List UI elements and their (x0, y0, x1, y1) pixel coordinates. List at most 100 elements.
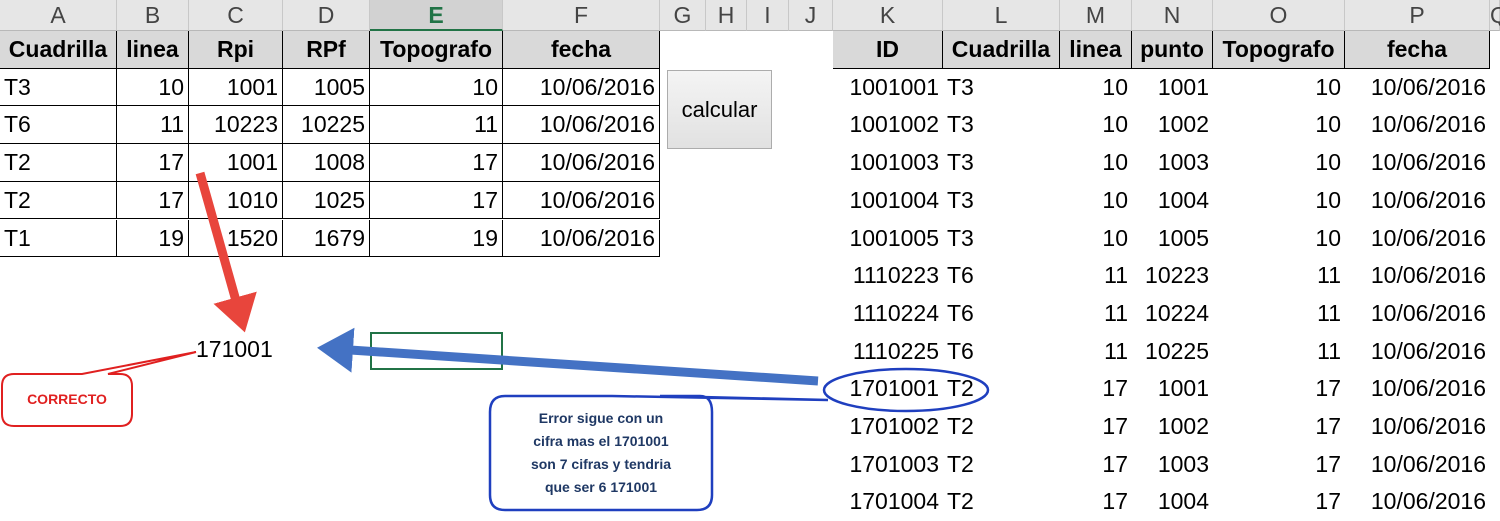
table-cell[interactable]: 11 (1213, 295, 1345, 333)
table-cell[interactable]: T2 (943, 408, 1060, 446)
column-header[interactable]: B (117, 0, 189, 31)
table-cell[interactable]: 1025 (283, 181, 370, 220)
table-cell[interactable]: 19 (117, 219, 189, 258)
table-cell[interactable]: 17 (1213, 483, 1345, 521)
table-cell[interactable]: 17 (370, 181, 503, 220)
table-cell[interactable]: 10 (1213, 220, 1345, 258)
table-cell[interactable]: T2 (0, 144, 117, 182)
column-header[interactable]: Q (1490, 0, 1500, 31)
table-cell[interactable]: T6 (943, 333, 1060, 371)
table-cell[interactable]: T6 (0, 106, 117, 145)
column-header[interactable]: J (789, 0, 833, 31)
header-cell[interactable]: ID (833, 31, 943, 69)
table-cell[interactable]: T3 (943, 182, 1060, 220)
header-cell[interactable]: RPf (283, 31, 370, 69)
table-cell[interactable]: 10/06/2016 (1345, 220, 1490, 258)
table-cell[interactable]: 1010 (189, 181, 283, 220)
table-cell[interactable]: T2 (943, 483, 1060, 521)
header-cell[interactable]: Cuadrilla (0, 31, 117, 69)
column-header[interactable]: L (943, 0, 1060, 31)
header-cell[interactable]: linea (1060, 31, 1132, 69)
column-header[interactable]: E (370, 0, 503, 31)
table-cell[interactable]: 1008 (283, 144, 370, 182)
table-cell[interactable]: 10/06/2016 (1345, 182, 1490, 220)
table-cell[interactable]: 11 (1213, 257, 1345, 295)
table-cell[interactable]: 11 (1060, 257, 1132, 295)
table-cell[interactable]: 1005 (1132, 220, 1213, 258)
table-cell[interactable]: 10 (1213, 182, 1345, 220)
table-cell[interactable]: 1110224 (833, 295, 943, 333)
table-cell[interactable]: 1001 (189, 68, 283, 107)
table-cell[interactable]: T3 (943, 69, 1060, 107)
table-cell[interactable]: 10/06/2016 (503, 68, 660, 107)
table-cell[interactable]: 10225 (283, 106, 370, 145)
header-cell[interactable]: Rpi (189, 31, 283, 69)
table-cell[interactable]: 10 (1060, 144, 1132, 182)
table-cell[interactable]: 1005 (283, 68, 370, 107)
table-cell[interactable]: 10 (1213, 106, 1345, 144)
table-cell[interactable]: 1001003 (833, 144, 943, 182)
table-cell[interactable]: 11 (370, 106, 503, 145)
column-header[interactable]: I (747, 0, 789, 31)
table-cell[interactable]: 17 (1060, 408, 1132, 446)
table-cell[interactable]: 1002 (1132, 106, 1213, 144)
table-cell[interactable]: 11 (117, 106, 189, 145)
table-cell[interactable]: T2 (943, 370, 1060, 408)
table-cell[interactable]: 10/06/2016 (1345, 106, 1490, 144)
table-cell[interactable]: 10224 (1132, 295, 1213, 333)
table-cell[interactable]: 10/06/2016 (1345, 483, 1490, 521)
table-cell[interactable]: 10/06/2016 (1345, 69, 1490, 107)
calcular-button[interactable]: calcular (667, 70, 772, 149)
table-cell[interactable]: 10223 (1132, 257, 1213, 295)
table-cell[interactable]: 1701004 (833, 483, 943, 521)
table-cell[interactable]: T2 (0, 181, 117, 220)
table-cell[interactable]: 17 (1213, 446, 1345, 484)
table-cell[interactable]: 1002 (1132, 408, 1213, 446)
column-header[interactable]: M (1060, 0, 1132, 31)
table-cell[interactable]: 10/06/2016 (503, 144, 660, 182)
column-header[interactable]: C (189, 0, 283, 31)
table-cell[interactable]: 10 (1060, 220, 1132, 258)
table-cell[interactable]: 10/06/2016 (503, 181, 660, 220)
table-cell[interactable]: 1110225 (833, 333, 943, 371)
table-cell[interactable]: 1004 (1132, 483, 1213, 521)
table-cell[interactable]: 19 (370, 219, 503, 258)
header-cell[interactable]: fecha (503, 31, 660, 69)
table-cell[interactable]: 10223 (189, 106, 283, 145)
table-cell[interactable]: 11 (1060, 295, 1132, 333)
table-cell[interactable]: 1679 (283, 219, 370, 258)
table-cell[interactable]: 10 (370, 68, 503, 107)
table-cell[interactable]: 10/06/2016 (1345, 408, 1490, 446)
header-cell[interactable]: fecha (1345, 31, 1490, 69)
table-cell[interactable]: 10 (1060, 69, 1132, 107)
table-cell[interactable]: 11 (1060, 333, 1132, 371)
header-cell[interactable]: Cuadrilla (943, 31, 1060, 69)
table-cell[interactable]: 1520 (189, 219, 283, 258)
table-cell[interactable]: T1 (0, 219, 117, 258)
table-cell[interactable]: 10/06/2016 (1345, 144, 1490, 182)
table-cell[interactable]: 1701001 (833, 370, 943, 408)
table-cell[interactable]: 17 (1060, 483, 1132, 521)
table-cell[interactable]: 1004 (1132, 182, 1213, 220)
column-header[interactable]: P (1345, 0, 1490, 31)
table-cell[interactable]: 10/06/2016 (1345, 295, 1490, 333)
column-header[interactable]: A (0, 0, 117, 31)
table-cell[interactable]: 10 (1060, 182, 1132, 220)
table-cell[interactable]: T3 (943, 220, 1060, 258)
table-cell[interactable]: 10/06/2016 (503, 219, 660, 258)
table-cell[interactable]: 1001004 (833, 182, 943, 220)
table-cell[interactable]: T3 (943, 144, 1060, 182)
column-header[interactable]: K (833, 0, 943, 31)
table-cell[interactable]: 1001 (1132, 69, 1213, 107)
table-cell[interactable]: T3 (0, 68, 117, 107)
table-cell[interactable]: 10/06/2016 (503, 106, 660, 145)
column-header[interactable]: H (706, 0, 747, 31)
selected-cell[interactable] (370, 332, 503, 370)
table-cell[interactable]: 17 (1060, 370, 1132, 408)
table-cell[interactable]: T3 (943, 106, 1060, 144)
column-header[interactable]: G (660, 0, 706, 31)
table-cell[interactable]: 1001005 (833, 220, 943, 258)
table-cell[interactable]: 1001002 (833, 106, 943, 144)
table-cell[interactable]: 10225 (1132, 333, 1213, 371)
table-cell[interactable]: 1701003 (833, 446, 943, 484)
